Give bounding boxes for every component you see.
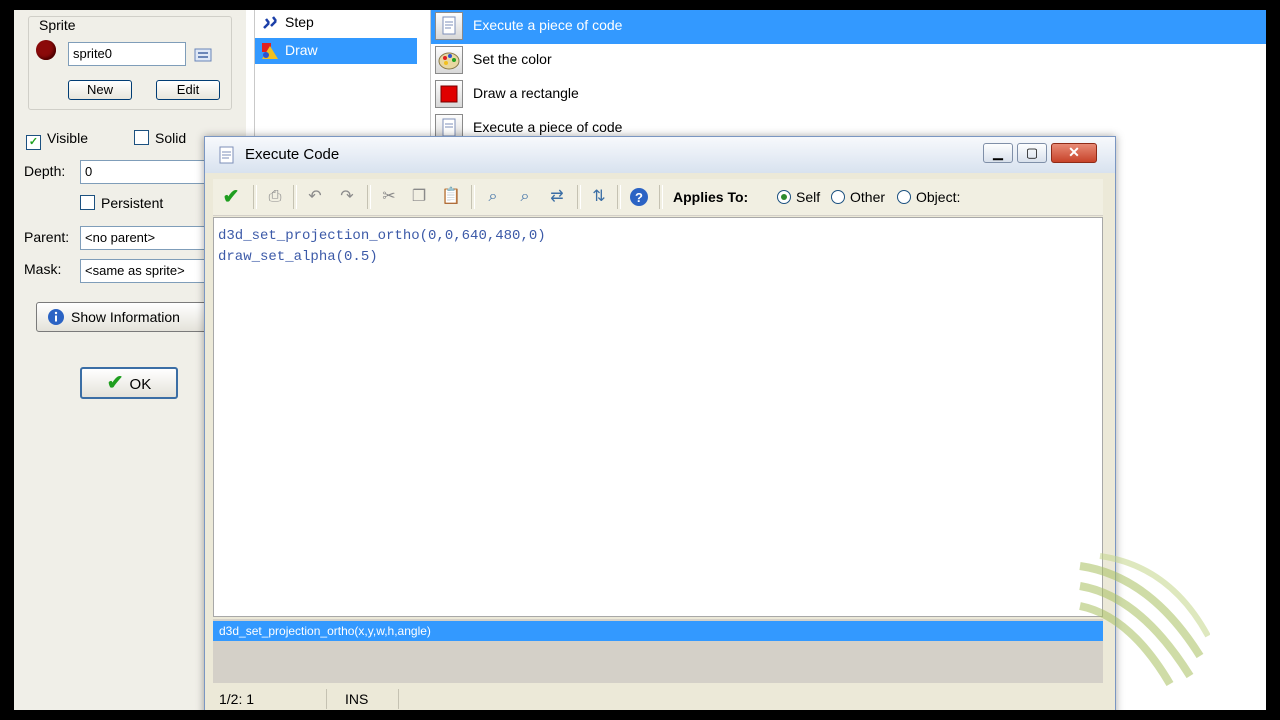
dialog-titlebar[interactable]: Execute Code ▁ ▢ ✕ bbox=[205, 137, 1115, 173]
close-icon: ✕ bbox=[1068, 144, 1080, 160]
edit-sprite-button[interactable]: Edit bbox=[156, 80, 220, 100]
step-event-icon bbox=[263, 16, 277, 29]
action-label: Execute a piece of code bbox=[473, 17, 623, 33]
event-label-step: Step bbox=[285, 14, 314, 30]
code-line-2[interactable]: draw_set_alpha(0.5) bbox=[218, 249, 378, 265]
maximize-button[interactable]: ▢ bbox=[1017, 143, 1047, 163]
solid-checkbox[interactable]: Solid bbox=[134, 130, 186, 146]
persistent-label: Persistent bbox=[101, 195, 164, 211]
visible-label: Visible bbox=[47, 130, 88, 146]
function-hint: d3d_set_projection_ortho(x,y,w,h,angle) bbox=[213, 621, 1103, 641]
event-item-step[interactable]: Step bbox=[255, 10, 417, 36]
radio-dot bbox=[777, 190, 791, 204]
solid-check-box bbox=[134, 130, 149, 145]
applies-other-label: Other bbox=[850, 189, 886, 205]
code-page-icon bbox=[435, 12, 463, 40]
insert-mode: INS bbox=[339, 689, 399, 709]
sprite-group-title: Sprite bbox=[36, 17, 79, 33]
depth-field[interactable]: 0 bbox=[80, 160, 210, 184]
radio-dot bbox=[831, 190, 845, 204]
persistent-checkbox[interactable]: Persistent bbox=[80, 195, 163, 211]
palette-icon bbox=[435, 46, 463, 74]
mask-label: Mask: bbox=[24, 261, 62, 277]
applies-to-label: Applies To: bbox=[673, 189, 749, 205]
red-rectangle-icon bbox=[435, 80, 463, 108]
status-bar: 1/2: 1 INS bbox=[213, 687, 1103, 710]
sprite-menu-icon[interactable] bbox=[194, 46, 212, 64]
print-icon[interactable]: ⎙ bbox=[265, 187, 285, 207]
find-next-icon[interactable]: ⌕ bbox=[515, 187, 535, 207]
event-label-draw: Draw bbox=[285, 42, 318, 58]
action-item-execute-code[interactable]: Execute a piece of code bbox=[431, 10, 1266, 44]
persistent-check-box bbox=[80, 195, 95, 210]
toolbar-separator bbox=[577, 185, 581, 209]
screen: Sprite sprite0 New Edit ✓ Visible Solid D… bbox=[14, 10, 1266, 710]
watermark-logo-icon bbox=[1079, 553, 1210, 686]
toolbar-separator bbox=[471, 185, 475, 209]
applies-object-radio[interactable]: Object: bbox=[897, 189, 960, 205]
show-information-label: Show Information bbox=[71, 309, 180, 325]
help-icon[interactable]: ? bbox=[629, 187, 649, 207]
action-label: Set the color bbox=[473, 51, 552, 67]
new-sprite-button[interactable]: New bbox=[68, 80, 132, 100]
maximize-icon: ▢ bbox=[1025, 145, 1039, 160]
applies-self-label: Self bbox=[796, 189, 821, 205]
code-editor[interactable]: d3d_set_projection_ortho(0,0,640,480,0) … bbox=[213, 217, 1103, 617]
visible-check-icon: ✓ bbox=[26, 135, 41, 150]
execute-code-dialog: Execute Code ▁ ▢ ✕ ✔ ⎙ ↶ ↷ ✂ ❐ 📋 ⌕ ⌕ ⇄ ⇅… bbox=[204, 136, 1116, 710]
toolbar-separator bbox=[617, 185, 621, 209]
cut-icon[interactable]: ✂ bbox=[379, 187, 399, 207]
checkmark-icon: ✔ bbox=[106, 372, 124, 394]
toolbar-separator bbox=[293, 185, 297, 209]
svg-text:?: ? bbox=[635, 190, 643, 205]
action-item-draw-rectangle[interactable]: Draw a rectangle bbox=[431, 78, 1266, 112]
close-button[interactable]: ✕ bbox=[1051, 143, 1097, 163]
function-hint-panel: d3d_set_projection_ortho(x,y,w,h,angle) bbox=[213, 619, 1103, 683]
cursor-position: 1/2: 1 bbox=[213, 689, 327, 709]
copy-icon[interactable]: ❐ bbox=[409, 187, 429, 207]
dialog-title: Execute Code bbox=[245, 146, 340, 163]
redo-icon[interactable]: ↷ bbox=[337, 187, 357, 207]
check-code-icon[interactable]: ⇅ bbox=[589, 187, 609, 207]
code-line-1[interactable]: d3d_set_projection_ortho(0,0,640,480,0) bbox=[218, 228, 546, 244]
applies-self-radio[interactable]: Self bbox=[777, 189, 820, 205]
action-label: Execute a piece of code bbox=[473, 119, 623, 135]
replace-icon[interactable]: ⇄ bbox=[547, 187, 567, 207]
sprite-preview-icon bbox=[36, 40, 56, 60]
event-item-draw[interactable]: Draw bbox=[255, 38, 417, 64]
depth-label: Depth: bbox=[24, 163, 66, 179]
sprite-name-field[interactable]: sprite0 bbox=[68, 42, 186, 66]
ok-label: OK bbox=[129, 376, 152, 393]
toolbar-separator bbox=[367, 185, 371, 209]
parent-label: Parent: bbox=[24, 229, 70, 245]
minimize-button[interactable]: ▁ bbox=[983, 143, 1013, 163]
radio-dot bbox=[897, 190, 911, 204]
draw-event-icon bbox=[262, 43, 278, 59]
applies-other-radio[interactable]: Other bbox=[831, 189, 885, 205]
info-icon bbox=[48, 309, 64, 325]
visible-checkbox[interactable]: ✓ Visible bbox=[26, 130, 88, 150]
undo-icon[interactable]: ↶ bbox=[305, 187, 325, 207]
minimize-icon: ▁ bbox=[993, 145, 1003, 160]
toolbar-separator bbox=[659, 185, 663, 209]
find-icon[interactable]: ⌕ bbox=[483, 187, 503, 207]
code-toolbar: ✔ ⎙ ↶ ↷ ✂ ❐ 📋 ⌕ ⌕ ⇄ ⇅ ? Applies To: Self… bbox=[213, 179, 1103, 216]
action-item-set-color[interactable]: Set the color bbox=[431, 44, 1266, 78]
mask-field[interactable]: <same as sprite> bbox=[80, 259, 210, 283]
parent-field[interactable]: <no parent> bbox=[80, 226, 210, 250]
code-page-icon bbox=[219, 146, 234, 164]
paste-icon[interactable]: 📋 bbox=[441, 187, 461, 207]
applies-object-label: Object: bbox=[916, 189, 961, 205]
toolbar-separator bbox=[253, 185, 257, 209]
accept-checkmark-icon[interactable]: ✔ bbox=[221, 187, 241, 207]
action-label: Draw a rectangle bbox=[473, 85, 579, 101]
solid-label: Solid bbox=[155, 130, 187, 146]
ok-button[interactable]: ✔ OK bbox=[80, 367, 178, 399]
